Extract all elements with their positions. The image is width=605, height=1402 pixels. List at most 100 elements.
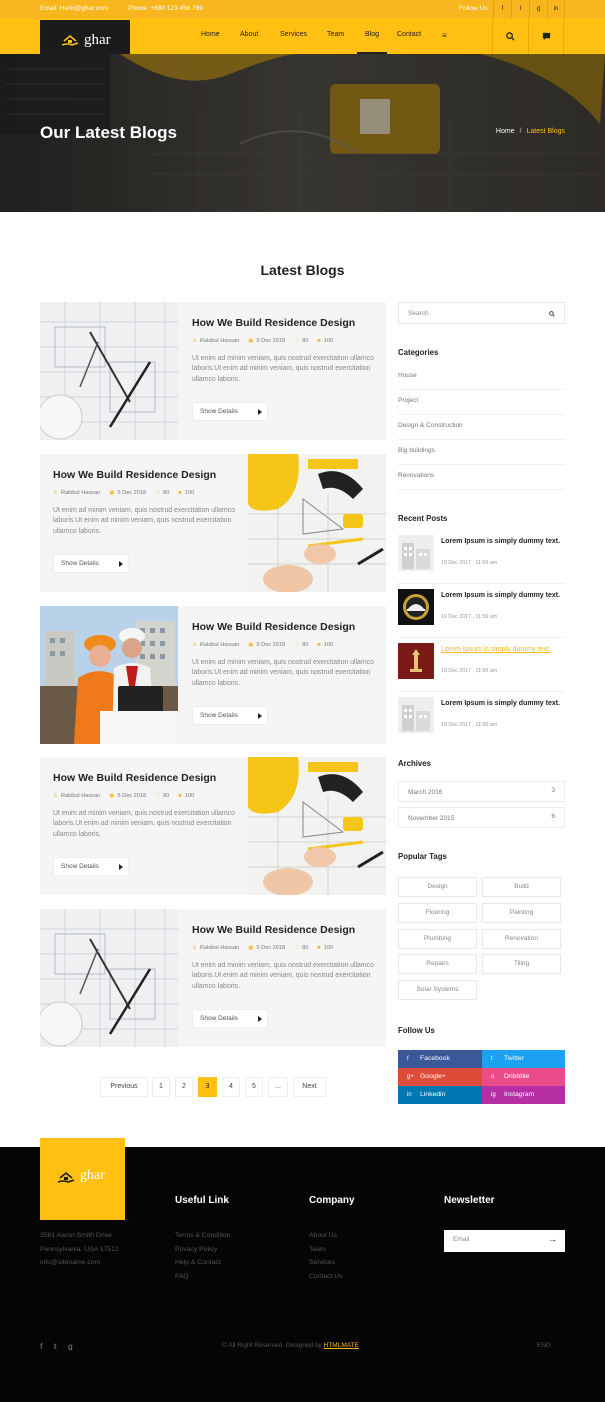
footer-facebook-icon[interactable]: f (40, 1342, 43, 1351)
nav-home[interactable]: Home (201, 31, 220, 38)
blog-post-author[interactable]: Rakibul Hassan (200, 945, 239, 951)
recent-post[interactable]: Lorem Ipsum is simply dummy text. 19 Dec… (398, 530, 565, 584)
category-item[interactable]: Big buildings (398, 440, 565, 465)
search-icon[interactable] (492, 18, 528, 54)
blog-post-title[interactable]: How We Build Residence Design (53, 469, 243, 481)
show-details-button[interactable]: Show Details (53, 857, 129, 876)
pagination-page-1[interactable]: 1 (152, 1077, 170, 1097)
search-icon[interactable] (549, 311, 555, 317)
chat-icon[interactable] (528, 18, 564, 54)
footer-link[interactable]: Contact Us (309, 1270, 343, 1284)
pagination-previous[interactable]: Previous (100, 1077, 148, 1097)
newsletter-email-input[interactable]: Email → (444, 1230, 565, 1252)
language-selector[interactable]: ENG (537, 1342, 551, 1349)
blog-post-image[interactable] (40, 909, 178, 1047)
blog-post-author[interactable]: Rakibul Hassan (200, 338, 239, 344)
social-instagram-button[interactable]: ig Instagram (482, 1086, 565, 1104)
tag-renovation[interactable]: Renovation (482, 929, 561, 949)
topbar-instagram-icon[interactable]: in (547, 0, 565, 18)
social-twitter-button[interactable]: t Twitter (482, 1050, 565, 1068)
blog-post-image[interactable] (40, 606, 178, 744)
blog-post-meta: ♙ Rakibul Hassan ▣ 5 Dec 2018 ♡ 80 ■ 100 (192, 642, 342, 648)
show-details-button[interactable]: Show Details (192, 1009, 268, 1028)
search-input[interactable]: Search (398, 302, 565, 324)
blog-post-title[interactable]: How We Build Residence Design (53, 772, 243, 784)
category-item[interactable]: Project (398, 390, 565, 415)
social-facebook-button[interactable]: f Facebook (398, 1050, 482, 1068)
recent-post-title[interactable]: Lorem Ipsum is simply dummy text. (441, 536, 565, 547)
nav-team[interactable]: Team (327, 31, 344, 38)
footer-email[interactable]: info@sitename.com (40, 1256, 119, 1270)
breadcrumb-home[interactable]: Home (496, 128, 515, 135)
footer-link[interactable]: Help & Contact (175, 1256, 231, 1270)
tag-design[interactable]: Design (398, 877, 477, 897)
blog-post-excerpt: Ut enim ad minim veniam, quis nostrud ex… (192, 962, 374, 990)
blog-post-image[interactable] (40, 302, 178, 440)
recent-post-title[interactable]: Lorem Ipsum is simply dummy text. (441, 590, 565, 601)
pagination-page-2[interactable]: 2 (175, 1077, 193, 1097)
recent-post[interactable]: Lorem Ipsum is simply dummy text. 19 Dec… (398, 638, 565, 692)
footer-link[interactable]: FAQ (175, 1270, 231, 1284)
social-linkedin-button[interactable]: in Linkedin (398, 1086, 482, 1104)
blog-post-image[interactable] (248, 757, 386, 895)
pagination-page-4[interactable]: 4 (222, 1077, 240, 1097)
pagination-page-3[interactable]: 3 (198, 1077, 217, 1097)
category-item[interactable]: House (398, 365, 565, 390)
blog-post-author[interactable]: Rakibul Hassan (61, 490, 100, 496)
topbar-facebook-icon[interactable]: f (493, 0, 511, 18)
show-details-button[interactable]: Show Details (192, 706, 268, 725)
footer-link[interactable]: About Us (309, 1229, 343, 1243)
send-arrow-icon[interactable]: → (548, 1234, 557, 1244)
tag-solar-systems[interactable]: Solar Systems (398, 980, 477, 1000)
topbar-email[interactable]: Email: Hello@ghar.com (40, 5, 108, 12)
tag-tiling[interactable]: Tiling (482, 954, 561, 974)
topbar-twitter-icon[interactable]: t (511, 0, 529, 18)
blog-post-title[interactable]: How We Build Residence Design (192, 621, 382, 633)
blog-post-image[interactable] (248, 454, 386, 592)
blog-post-card[interactable]: How We Build Residence Design ♙ Rakibul Ha… (40, 454, 386, 592)
pagination-page-5[interactable]: 5 (245, 1077, 263, 1097)
blog-post-card[interactable]: How We Build Residence Design ♙ Rakibul Ha… (40, 909, 386, 1047)
tag-build[interactable]: Build (482, 877, 561, 897)
breadcrumb-separator: / (519, 128, 522, 135)
footer-google-icon[interactable]: g (68, 1342, 73, 1351)
blog-post-title[interactable]: How We Build Residence Design (192, 317, 382, 329)
social-google-plus-button[interactable]: g+ Google+ (398, 1068, 482, 1086)
recent-post-title[interactable]: Lorem Ipsum is simply dummy text. (441, 644, 565, 655)
tag-plumbing[interactable]: Plumbing (398, 929, 477, 949)
blog-post-excerpt: Ut enim ad minim veniam, quis nostrud ex… (192, 355, 374, 383)
tag-repairs[interactable]: Repairs (398, 954, 477, 974)
blog-post-card[interactable]: How We Build Residence Design ♙ Rakibul Ha… (40, 757, 386, 895)
blog-post-card[interactable]: How We Build Residence Design ♙ Rakibul Ha… (40, 606, 386, 744)
tag-painting[interactable]: Painting (482, 903, 561, 923)
blog-post-author[interactable]: Rakibul Hassan (200, 642, 239, 648)
category-item[interactable]: Renovations (398, 465, 565, 490)
nav-about[interactable]: About (240, 31, 258, 38)
pagination-next[interactable]: Next (293, 1077, 326, 1097)
show-details-button[interactable]: Show Details (192, 402, 268, 421)
blog-post-card[interactable]: How We Build Residence Design ♙ Rakibul Ha… (40, 302, 386, 440)
archive-item[interactable]: March 2016 3 (398, 781, 565, 802)
designer-link[interactable]: HTMLMATE (324, 1342, 359, 1349)
nav-services[interactable]: Services (280, 31, 307, 38)
category-item[interactable]: Design & Construction (398, 415, 565, 440)
footer-link[interactable]: Terms & Condition (175, 1229, 231, 1243)
archive-item[interactable]: November 2015 6 (398, 807, 565, 828)
blog-post-author[interactable]: Rakibul Hassan (61, 793, 100, 799)
recent-post-title[interactable]: Lorem Ipsum is simply dummy text. (441, 698, 565, 709)
footer-link[interactable]: Privacy Policy (175, 1243, 231, 1257)
tag-flooring[interactable]: Flooring (398, 903, 477, 923)
topbar-google-icon[interactable]: g (529, 0, 547, 18)
footer-logo[interactable]: ghar (40, 1138, 125, 1220)
menu-icon[interactable]: ≡ (442, 31, 447, 40)
nav-contact[interactable]: Contact (397, 31, 421, 38)
blog-post-title[interactable]: How We Build Residence Design (192, 924, 382, 936)
footer-link[interactable]: Services (309, 1256, 343, 1270)
recent-post[interactable]: Lorem Ipsum is simply dummy text. 19 Dec… (398, 692, 565, 746)
footer-twitter-icon[interactable]: t (54, 1342, 57, 1351)
recent-post[interactable]: Lorem Ipsum is simply dummy text. 19 Dec… (398, 584, 565, 638)
nav-blog[interactable]: Blog (365, 31, 379, 38)
footer-link[interactable]: Team (309, 1243, 343, 1257)
social-dribbble-button[interactable]: o Dribbble (482, 1068, 565, 1086)
show-details-button[interactable]: Show Details (53, 554, 129, 573)
